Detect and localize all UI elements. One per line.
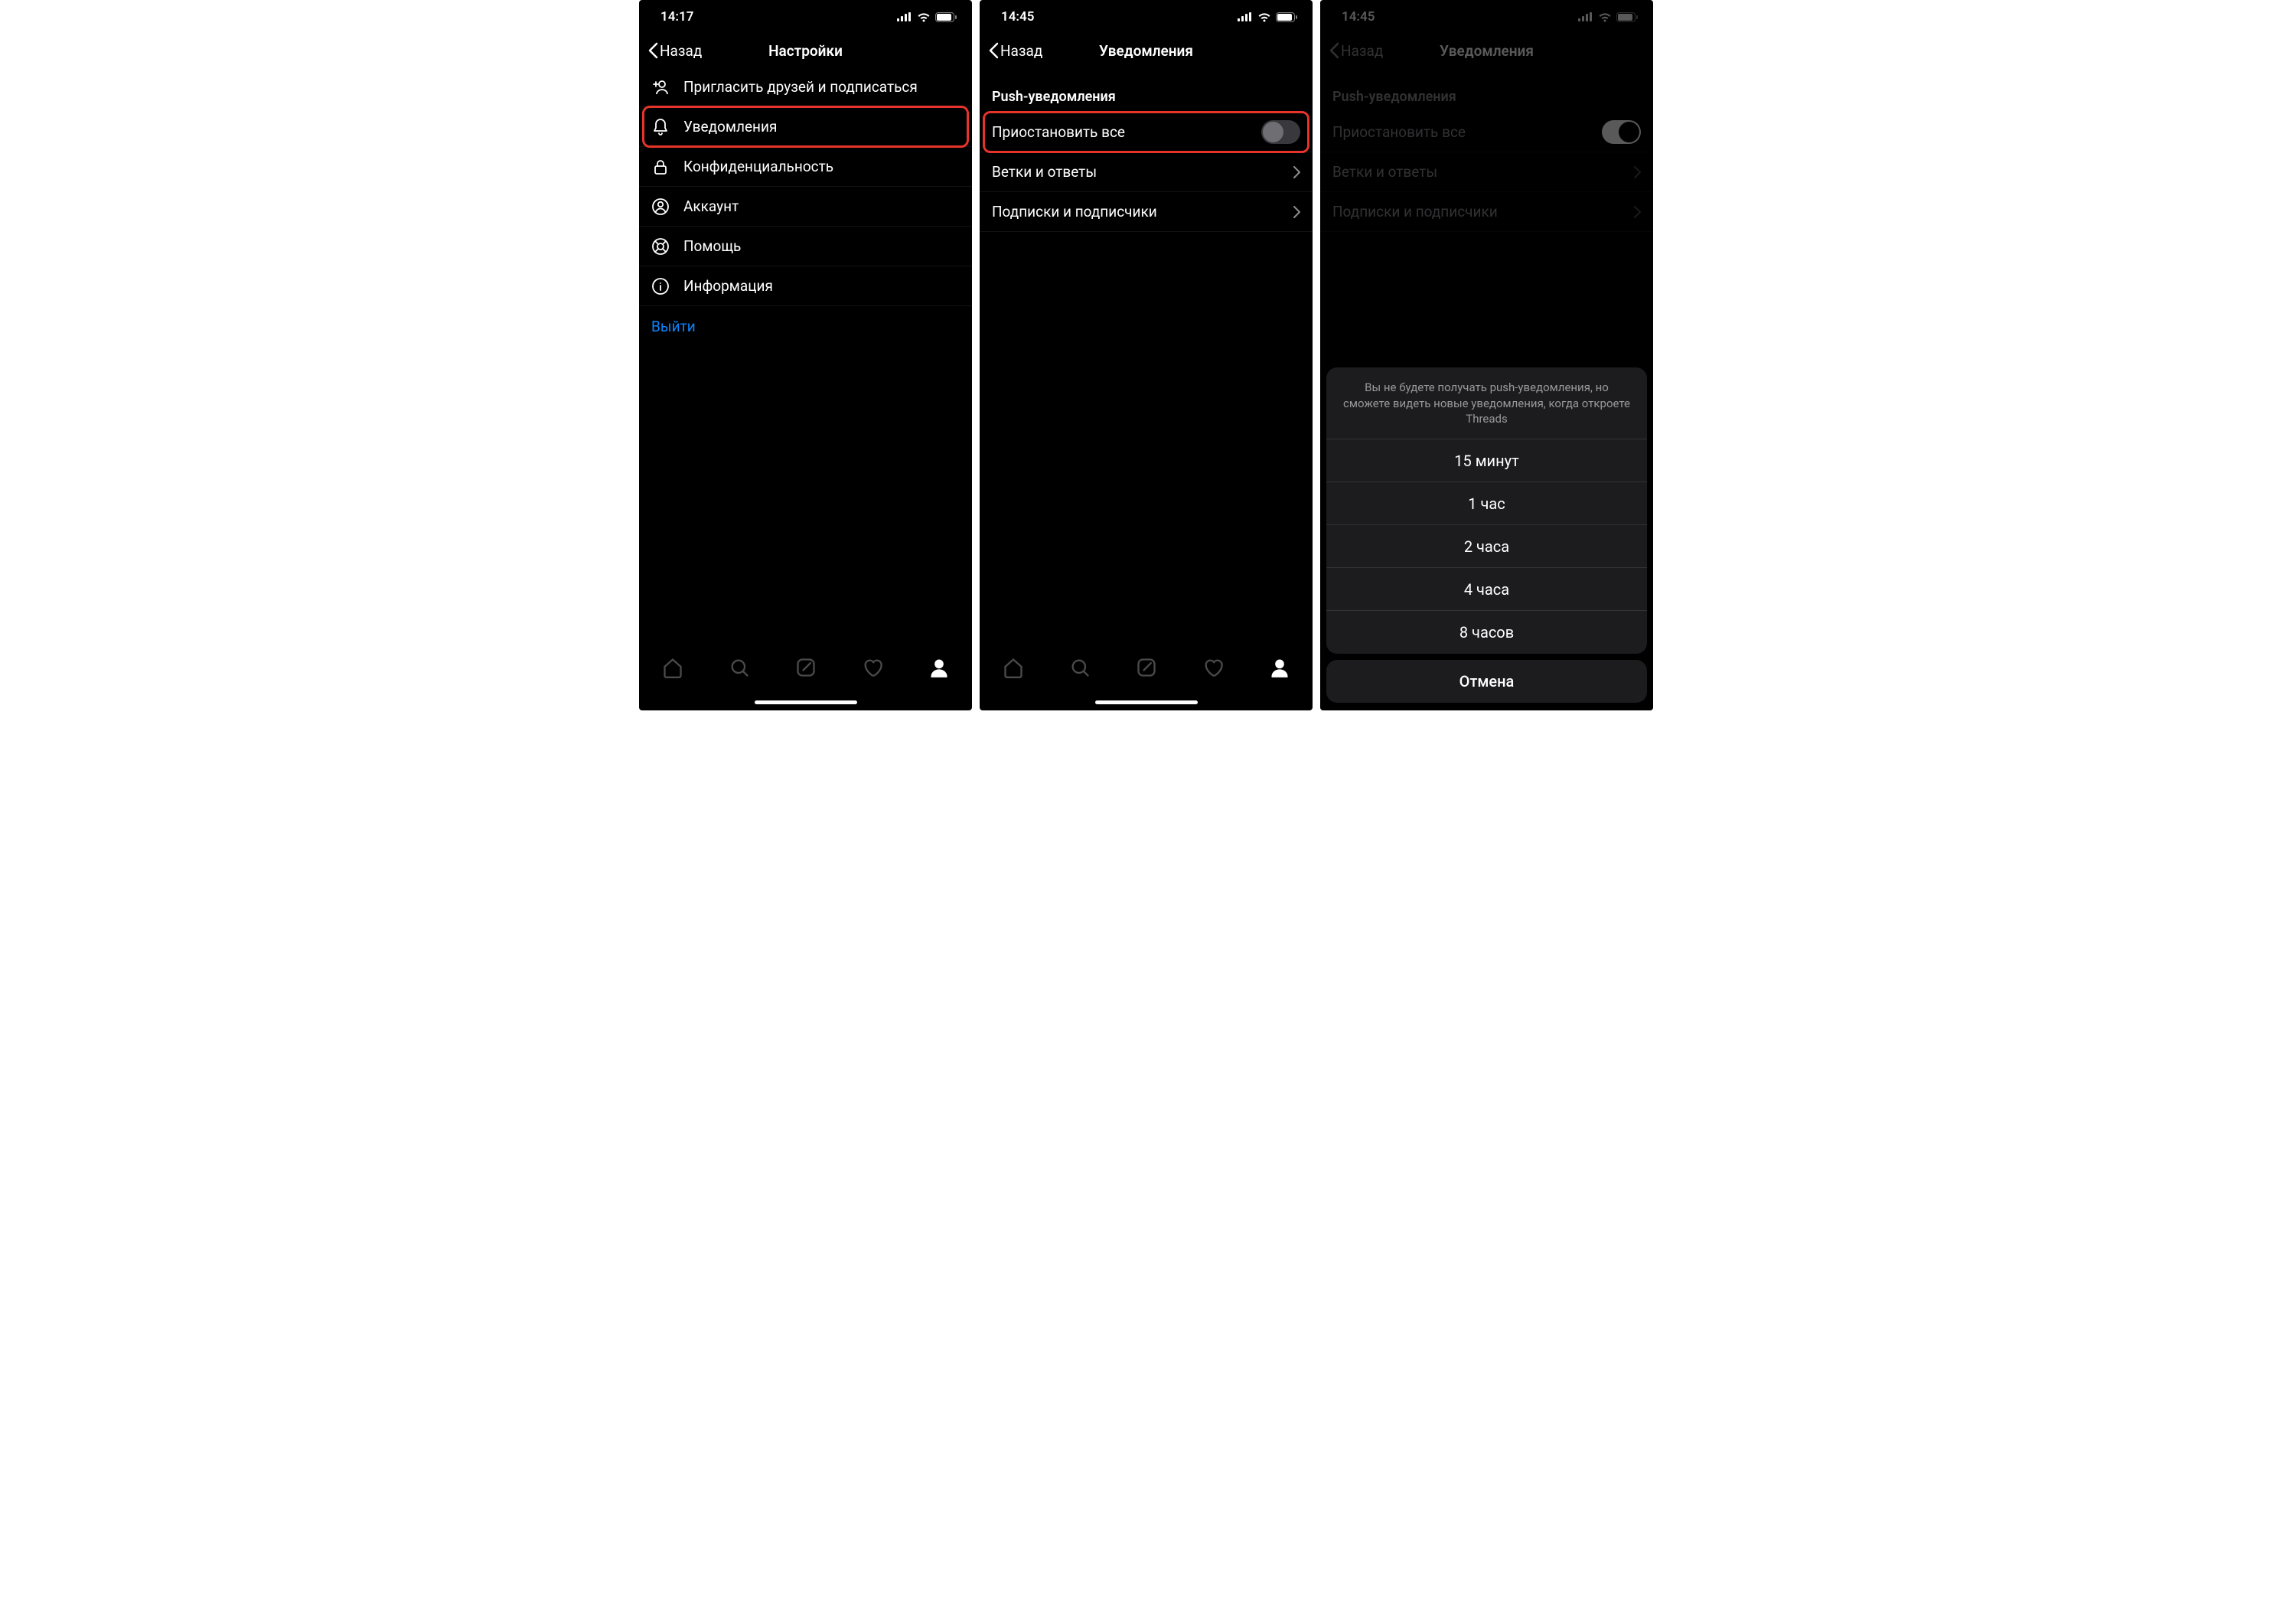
nav-back-label: Назад	[1341, 42, 1383, 60]
settings-list: Пригласить друзей и подписаться Уведомле…	[639, 67, 972, 648]
chevron-right-icon	[1293, 206, 1300, 218]
battery-icon	[935, 12, 957, 22]
settings-item-label: Пригласить друзей и подписаться	[683, 78, 960, 96]
tab-search[interactable]	[729, 657, 750, 678]
tab-compose[interactable]	[1136, 657, 1157, 678]
status-bar: 14:17	[639, 0, 972, 34]
nav-back-label: Назад	[1000, 42, 1042, 60]
row-pause-all[interactable]: Приостановить все	[980, 113, 1313, 152]
sheet-option-4hours[interactable]: 4 часа	[1326, 568, 1647, 611]
row-label: Ветки и ответы	[992, 163, 1280, 181]
status-icons	[1578, 12, 1638, 22]
settings-item-help[interactable]: Помощь	[639, 227, 972, 266]
add-person-icon	[651, 78, 670, 96]
action-sheet-description: Вы не будете получать push-уведомления, …	[1326, 367, 1647, 439]
status-time: 14:17	[660, 9, 693, 24]
status-icons	[897, 12, 957, 22]
row-label: Подписки и подписчики	[1332, 203, 1620, 220]
settings-item-notifications[interactable]: Уведомления	[639, 107, 972, 147]
logout-label: Выйти	[651, 318, 960, 335]
nav-header: Назад Уведомления	[980, 34, 1313, 67]
sheet-option-2hours[interactable]: 2 часа	[1326, 525, 1647, 568]
row-label: Ветки и ответы	[1332, 163, 1620, 181]
tab-home[interactable]	[662, 657, 683, 678]
battery-icon	[1616, 12, 1638, 22]
settings-item-about[interactable]: Информация	[639, 266, 972, 306]
cellular-icon	[897, 12, 912, 21]
pause-all-toggle[interactable]	[1602, 120, 1641, 144]
nav-header: Назад Настройки	[639, 34, 972, 67]
lock-icon	[651, 158, 670, 176]
status-bar: 14:45	[1320, 0, 1653, 34]
home-indicator	[755, 700, 857, 704]
settings-item-label: Помощь	[683, 237, 960, 255]
row-threads-replies[interactable]: Ветки и ответы	[980, 152, 1313, 192]
nav-back-button[interactable]: Назад	[648, 42, 702, 60]
settings-item-invite[interactable]: Пригласить друзей и подписаться	[639, 67, 972, 107]
settings-item-account[interactable]: Аккаунт	[639, 187, 972, 227]
chevron-right-icon	[1634, 166, 1641, 178]
nav-back-button[interactable]: Назад	[1329, 42, 1383, 60]
sheet-option-15min[interactable]: 15 минут	[1326, 439, 1647, 482]
nav-header: Назад Уведомления	[1320, 34, 1653, 67]
status-bar: 14:45	[980, 0, 1313, 34]
screen-notifications-sheet: 14:45 Назад Уведомления Push-уведомления…	[1320, 0, 1653, 710]
cellular-icon	[1238, 12, 1253, 21]
row-pause-all[interactable]: Приостановить все	[1320, 113, 1653, 152]
chevron-left-icon	[648, 42, 658, 59]
row-label: Подписки и подписчики	[992, 203, 1280, 220]
status-icons	[1238, 12, 1297, 22]
settings-item-label: Конфиденциальность	[683, 158, 960, 175]
tab-bar	[980, 648, 1313, 710]
screen-notifications: 14:45 Назад Уведомления Push-уведомления…	[980, 0, 1313, 710]
row-label: Приостановить все	[1332, 123, 1588, 141]
settings-item-privacy[interactable]: Конфиденциальность	[639, 147, 972, 187]
action-sheet-cancel-card: Отмена	[1326, 660, 1647, 703]
row-follows[interactable]: Подписки и подписчики	[1320, 192, 1653, 232]
nav-back-label: Назад	[660, 42, 702, 60]
wifi-icon	[1257, 12, 1271, 22]
tab-activity[interactable]	[862, 657, 883, 678]
home-indicator	[1095, 700, 1198, 704]
chevron-left-icon	[1329, 42, 1339, 59]
nav-back-button[interactable]: Назад	[989, 42, 1042, 60]
action-sheet-body: Вы не будете получать push-уведомления, …	[1326, 367, 1647, 654]
info-icon	[651, 277, 670, 295]
battery-icon	[1276, 12, 1297, 22]
action-sheet: Вы не будете получать push-уведомления, …	[1326, 367, 1647, 703]
tab-profile[interactable]	[928, 657, 950, 678]
lifebuoy-icon	[651, 237, 670, 256]
chevron-right-icon	[1634, 206, 1641, 218]
sheet-cancel-button[interactable]: Отмена	[1326, 660, 1647, 703]
pause-all-toggle[interactable]	[1261, 120, 1300, 144]
tab-home[interactable]	[1003, 657, 1024, 678]
settings-item-label: Уведомления	[683, 118, 960, 135]
status-time: 14:45	[1342, 9, 1375, 24]
row-follows[interactable]: Подписки и подписчики	[980, 192, 1313, 232]
row-threads-replies[interactable]: Ветки и ответы	[1320, 152, 1653, 192]
tab-search[interactable]	[1069, 657, 1091, 678]
chevron-right-icon	[1293, 166, 1300, 178]
cellular-icon	[1578, 12, 1593, 21]
wifi-icon	[917, 12, 931, 22]
tab-profile[interactable]	[1269, 657, 1290, 678]
section-header-push: Push-уведомления	[1320, 67, 1653, 113]
bell-icon	[651, 118, 670, 136]
settings-item-label: Аккаунт	[683, 198, 960, 215]
account-icon	[651, 198, 670, 216]
status-time: 14:45	[1001, 9, 1034, 24]
tab-activity[interactable]	[1202, 657, 1224, 678]
screen-settings: 14:17 Назад Настройки Пригласить друзей …	[639, 0, 972, 710]
row-label: Приостановить все	[992, 123, 1247, 141]
settings-item-label: Информация	[683, 277, 960, 295]
notifications-list: Push-уведомления Приостановить все Ветки…	[980, 67, 1313, 648]
section-header-push: Push-уведомления	[980, 67, 1313, 113]
tab-compose[interactable]	[795, 657, 817, 678]
tab-bar	[639, 648, 972, 710]
settings-item-logout[interactable]: Выйти	[639, 306, 972, 346]
sheet-option-8hours[interactable]: 8 часов	[1326, 611, 1647, 654]
sheet-option-1hour[interactable]: 1 час	[1326, 482, 1647, 525]
wifi-icon	[1598, 12, 1612, 22]
chevron-left-icon	[989, 42, 999, 59]
